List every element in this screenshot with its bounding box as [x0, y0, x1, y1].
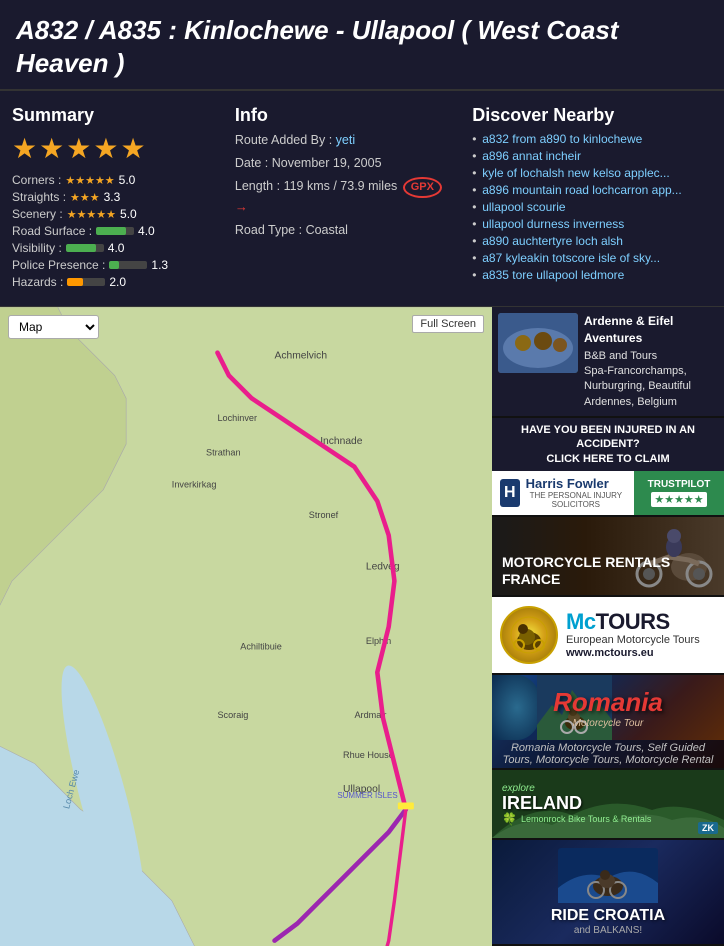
- ireland-title: IRELAND: [502, 794, 714, 812]
- moto-bg: MOTORCYCLE RENTALS FRANCE: [492, 517, 724, 595]
- discover-links-list: a832 from a890 to kinlochewe a896 annat …: [472, 132, 712, 282]
- route-length: Length : 119 kms / 73.9 miles GPX →: [235, 177, 456, 217]
- ad-motorcycle-rentals[interactable]: MOTORCYCLE RENTALS FRANCE: [492, 517, 724, 597]
- sidebar-ads: Ardenne & Eifel Aventures B&B and Tours …: [492, 307, 724, 946]
- route-date: Date : November 19, 2005: [235, 155, 456, 173]
- discover-link-3[interactable]: kyle of lochalsh new kelso applec...: [472, 166, 712, 180]
- stat-hazards: Hazards : 2.0: [12, 275, 215, 289]
- stat-road-surface: Road Surface : 4.0: [12, 224, 215, 238]
- svg-text:Scoraig: Scoraig: [217, 710, 248, 720]
- discover-link-6[interactable]: ullapool durness inverness: [472, 217, 712, 231]
- mctours-brand: McTOURS: [566, 611, 716, 633]
- map-toolbar: Map Satellite Terrain: [8, 315, 99, 339]
- main-content: Map Satellite Terrain Full Screen Loch E…: [0, 307, 724, 946]
- stat-scenery: Scenery : ★★★★★ 5.0: [12, 207, 215, 221]
- page-title: A832 / A835 : Kinlochewe - Ullapool ( We…: [16, 14, 708, 79]
- fullscreen-button[interactable]: Full Screen: [412, 315, 484, 333]
- summary-column: Summary ★ ★ ★ ★ ★ Corners : ★★★★★ 5.0 St…: [12, 105, 215, 292]
- discover-link-1[interactable]: a832 from a890 to kinlochewe: [472, 132, 712, 146]
- svg-text:SUMMER ISLES: SUMMER ISLES: [337, 791, 397, 800]
- moto-title: MOTORCYCLE RENTALS FRANCE: [502, 554, 714, 588]
- mctours-text: McTOURS European Motorcycle Tours www.mc…: [566, 611, 716, 659]
- discover-link-2[interactable]: a896 annat incheir: [472, 149, 712, 163]
- discover-link-5[interactable]: ullapool scourie: [472, 200, 712, 214]
- discover-link-8[interactable]: a87 kyleakin totscore isle of sky...: [472, 251, 712, 265]
- discover-link-9[interactable]: a835 tore ullapool ledmore: [472, 268, 712, 282]
- croatia-subtitle: and BALKANS!: [551, 925, 665, 936]
- star-2: ★: [39, 132, 64, 165]
- romania-description: Romania Motorcycle Tours, Self Guided To…: [492, 740, 724, 768]
- route-added-by: Route Added By : yeti: [235, 132, 456, 150]
- info-title: Info: [235, 105, 456, 126]
- info-bar: Summary ★ ★ ★ ★ ★ Corners : ★★★★★ 5.0 St…: [0, 91, 724, 307]
- stat-visibility: Visibility : 4.0: [12, 241, 215, 255]
- discover-column: Discover Nearby a832 from a890 to kinloc…: [466, 105, 712, 292]
- star-5: ★: [120, 132, 145, 165]
- trustpilot-badge: TRUSTPILOT ★★★★★: [634, 471, 724, 515]
- trustpilot-stars: ★★★★★: [651, 492, 706, 507]
- ad-croatia[interactable]: RIDE CROATIA and BALKANS!: [492, 840, 724, 946]
- ad-mctours[interactable]: McTOURS European Motorcycle Tours www.mc…: [492, 597, 724, 675]
- summary-title: Summary: [12, 105, 215, 126]
- harris-bottom: H Harris Fowler THE PERSONAL INJURY SOLI…: [492, 471, 724, 515]
- info-column: Info Route Added By : yeti Date : Novemb…: [225, 105, 456, 292]
- route-added-by-link[interactable]: yeti: [336, 133, 355, 147]
- ardenne-text: Ardenne & Eifel Aventures B&B and Tours …: [584, 313, 718, 410]
- ad-romania[interactable]: Romania Motorcycle Tour Romania Motorcyc…: [492, 675, 724, 770]
- harris-tagline: THE PERSONAL INJURY SOLICITORS: [526, 491, 626, 509]
- mctours-logo: [500, 606, 558, 664]
- map-section[interactable]: Map Satellite Terrain Full Screen Loch E…: [0, 307, 492, 946]
- svg-text:Achmelvich: Achmelvich: [275, 350, 328, 361]
- svg-text:Lochinver: Lochinver: [217, 413, 257, 423]
- ardenne-title: Ardenne & Eifel Aventures: [584, 313, 718, 347]
- harris-logo: H Harris Fowler THE PERSONAL INJURY SOLI…: [492, 471, 634, 515]
- gpx-badge[interactable]: GPX: [403, 177, 442, 198]
- svg-text:Stronef: Stronef: [309, 510, 339, 520]
- star-4: ★: [93, 132, 118, 165]
- trustpilot-label: TRUSTPILOT: [648, 479, 711, 490]
- svg-text:Inverkirkag: Inverkirkag: [172, 479, 217, 489]
- romania-subtitle: Motorcycle Tour: [573, 718, 644, 729]
- svg-text:Achiltibuie: Achiltibuie: [240, 642, 282, 652]
- svg-text:Rhue House: Rhue House: [343, 750, 394, 760]
- croatia-title: RIDE CROATIA: [551, 907, 665, 925]
- svg-text:Strathan: Strathan: [206, 447, 241, 457]
- ad-harris-fowler[interactable]: HAVE YOU BEEN INJURED IN AN ACCIDENT? CL…: [492, 418, 724, 517]
- stat-police: Police Presence : 1.3: [12, 258, 215, 272]
- harris-name: Harris Fowler: [526, 477, 626, 491]
- ireland-subtitle: Lemonrock Bike Tours & Rentals: [521, 814, 651, 824]
- discover-title: Discover Nearby: [472, 105, 712, 126]
- stat-straights: Straights : ★★★ 3.3: [12, 190, 215, 204]
- croatia-content: RIDE CROATIA and BALKANS!: [551, 848, 665, 936]
- ardenne-subtitle: B&B and Tours: [584, 349, 718, 364]
- star-3: ★: [66, 132, 91, 165]
- star-1: ★: [12, 132, 37, 165]
- harris-top-text: HAVE YOU BEEN INJURED IN AN ACCIDENT? CL…: [492, 418, 724, 471]
- ad-ardenne[interactable]: Ardenne & Eifel Aventures B&B and Tours …: [492, 307, 724, 418]
- stat-corners: Corners : ★★★★★ 5.0: [12, 173, 215, 187]
- romania-logo: Romania: [553, 687, 663, 718]
- map-svg: Loch Ewe Achmelvich Lochinver Strathan I…: [0, 307, 492, 946]
- gpx-arrow-icon: →: [235, 199, 248, 214]
- mctours-url: www.mctours.eu: [566, 647, 716, 659]
- ireland-bg: explore IRELAND 🍀 Lemonrock Bike Tours &…: [492, 770, 724, 838]
- discover-link-4[interactable]: a896 mountain road lochcarron app...: [472, 183, 712, 197]
- discover-link-7[interactable]: a890 auchtertyre loch alsh: [472, 234, 712, 248]
- road-type: Road Type : Coastal: [235, 222, 456, 240]
- summary-stars: ★ ★ ★ ★ ★: [12, 132, 215, 165]
- svg-text:Inchnade: Inchnade: [320, 436, 363, 447]
- page-header: A832 / A835 : Kinlochewe - Ullapool ( We…: [0, 0, 724, 91]
- ad-ireland[interactable]: explore IRELAND 🍀 Lemonrock Bike Tours &…: [492, 770, 724, 840]
- ardenne-image: [498, 313, 578, 373]
- map-type-select[interactable]: Map Satellite Terrain: [8, 315, 99, 339]
- romania-image: Romania Motorcycle Tour: [492, 675, 724, 740]
- mctours-description: European Motorcycle Tours: [566, 633, 716, 647]
- ardenne-details: Spa-Francorchamps, Nurburgring, Beautifu…: [584, 364, 718, 410]
